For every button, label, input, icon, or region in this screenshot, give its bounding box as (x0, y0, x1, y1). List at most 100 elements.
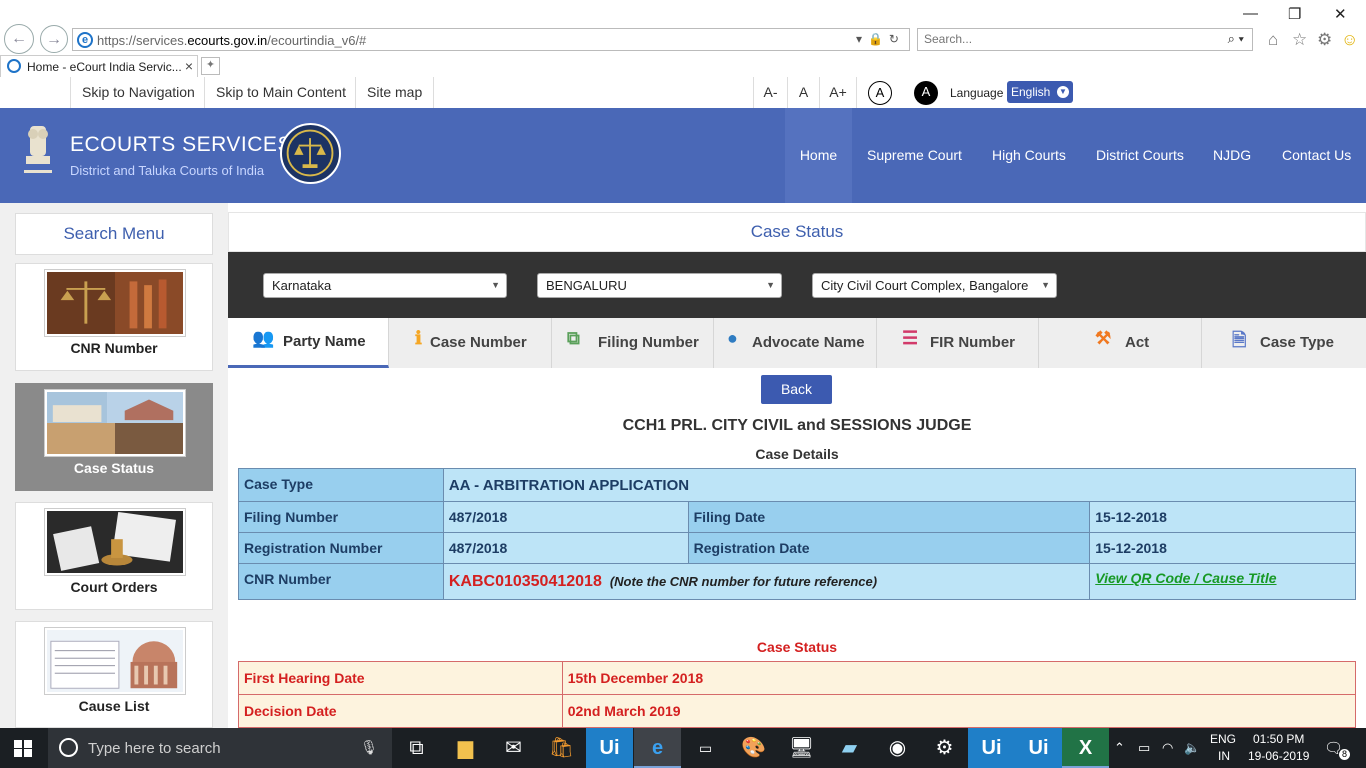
case-status-table: First Hearing Date 15th December 2018 De… (238, 661, 1357, 728)
excel-icon[interactable]: X (1062, 728, 1109, 768)
internet-explorer-icon[interactable]: e (634, 728, 681, 768)
contrast-high-button[interactable]: A (914, 81, 938, 105)
skip-navigation-link[interactable]: Skip to Navigation (70, 77, 206, 108)
close-window-button[interactable]: ✕ (1334, 5, 1347, 23)
tab-label: Act (1125, 334, 1150, 351)
command-prompt-icon[interactable]: ▭ (682, 728, 729, 768)
home-icon[interactable]: ⌂ (1268, 30, 1278, 50)
task-view-icon[interactable]: ⧉ (393, 728, 440, 768)
clock-date[interactable]: 19-06-2019 (1248, 749, 1309, 763)
tab-case-type[interactable]: 🗎 Case Type (1202, 318, 1366, 368)
wifi-icon[interactable]: ◠ (1162, 740, 1173, 756)
browser-search-input[interactable] (924, 32, 1204, 46)
tab-title: Home - eCourt India Servic... (27, 60, 182, 74)
nav-home[interactable]: Home (785, 108, 852, 203)
tab-act[interactable]: ⚒ Act (1039, 318, 1202, 368)
system-tray: ⌃ ▭ ◠ 🔈 ENG IN 01:50 PM 19-06-2019 🗨 8 (1110, 728, 1366, 768)
brand-title[interactable]: ECOURTS SERVICES (70, 133, 292, 157)
settings-gear-icon[interactable]: ⚙ (1317, 30, 1332, 50)
back-icon[interactable]: ← (4, 24, 34, 54)
search-icon[interactable]: ⌕ ▾ (1228, 31, 1244, 47)
uipath-robot-icon[interactable]: Ui (1015, 728, 1062, 768)
tab-filing-number[interactable]: ⧉ Filing Number (552, 318, 714, 368)
language-indicator-top[interactable]: ENG (1210, 732, 1236, 746)
back-button[interactable]: Back (761, 375, 832, 404)
nav-supreme-court[interactable]: Supreme Court (867, 108, 962, 203)
windows-taskbar: Type here to search 🎙 ⧉ ▆ ✉ 🛍 Ui e ▭ 🎨 🖥… (0, 728, 1366, 768)
clock-time[interactable]: 01:50 PM (1253, 732, 1304, 746)
court-complex-select-value: City Civil Court Complex, Bangalore (821, 278, 1029, 293)
ecourts-logo-icon (280, 123, 341, 184)
notepad-icon[interactable]: ▰ (826, 728, 873, 768)
nav-high-courts[interactable]: High Courts (992, 108, 1066, 203)
font-decrease-button[interactable]: A- (753, 77, 787, 108)
case-type-value: AA - ARBITRATION APPLICATION (442, 468, 1357, 502)
address-bar[interactable]: e https://services.ecourts.gov.in/ecourt… (72, 28, 910, 51)
decision-date-value: 02nd March 2019 (561, 694, 1357, 728)
users-icon: 👥 (252, 328, 275, 348)
url-text[interactable]: https://services.ecourts.gov.in/ecourtin… (97, 33, 366, 48)
district-select[interactable]: BENGALURU ▼ (537, 273, 782, 298)
chevron-up-icon[interactable]: ⌃ (1114, 740, 1125, 756)
filing-number-value: 487/2018 (442, 501, 689, 533)
volume-icon[interactable]: 🔈 (1184, 740, 1200, 756)
settings-icon[interactable]: ⚙ (921, 728, 968, 768)
remote-desktop-icon[interactable]: 🖥 (778, 728, 825, 768)
view-qr-code-link[interactable]: View QR Code / Cause Title (1095, 570, 1276, 586)
font-normal-button[interactable]: A (787, 77, 819, 108)
browser-search[interactable]: ⌕ ▾ (917, 28, 1253, 51)
court-orders-image (45, 509, 185, 575)
state-select[interactable]: Karnataka ▼ (263, 273, 507, 298)
search-tabs: 👥 Party Name ℹ Case Number ⧉ Filing Numb… (228, 318, 1366, 368)
language-indicator-bottom[interactable]: IN (1218, 749, 1230, 763)
uipath-studio-icon[interactable]: Ui (968, 728, 1015, 768)
table-row: Decision Date 02nd March 2019 (238, 694, 1357, 728)
nav-njdg[interactable]: NJDG (1213, 108, 1251, 203)
browser-tab[interactable]: Home - eCourt India Servic... × (0, 55, 198, 77)
chevron-down-icon: ▼ (1041, 280, 1050, 290)
registration-number-label: Registration Number (238, 532, 444, 564)
paint-icon[interactable]: 🎨 (730, 728, 777, 768)
tab-fir-number[interactable]: ☰ FIR Number (877, 318, 1039, 368)
site-map-link[interactable]: Site map (355, 77, 435, 108)
restore-button[interactable]: ❐ (1288, 5, 1301, 23)
sidebar-item-case-status[interactable]: Case Status (15, 383, 213, 491)
sidebar-item-cause-list[interactable]: Cause List (15, 621, 213, 728)
nav-district-courts[interactable]: District Courts (1096, 108, 1184, 203)
battery-icon[interactable]: ▭ (1138, 740, 1150, 756)
file-explorer-icon[interactable]: ▆ (442, 728, 489, 768)
cnr-number-cell: KABC010350412018 (Note the CNR number for… (442, 563, 1091, 600)
nav-contact-us[interactable]: Contact Us (1282, 108, 1351, 203)
contrast-normal-button[interactable]: A (868, 81, 892, 105)
tab-party-name[interactable]: 👥 Party Name (228, 318, 389, 368)
sidebar-item-court-orders[interactable]: Court Orders (15, 502, 213, 610)
minimize-button[interactable]: — (1243, 5, 1258, 22)
chrome-icon[interactable]: ◉ (874, 728, 921, 768)
tab-advocate-name[interactable]: ● Advocate Name (714, 318, 877, 368)
court-complex-select[interactable]: City Civil Court Complex, Bangalore ▼ (812, 273, 1057, 298)
uipath-icon[interactable]: Ui (586, 728, 633, 768)
tab-close-icon[interactable]: × (185, 58, 193, 74)
skip-main-content-link[interactable]: Skip to Main Content (204, 77, 357, 108)
sidebar-item-cnr-number[interactable]: CNR Number (15, 263, 213, 371)
favorites-star-icon[interactable]: ☆ (1292, 30, 1307, 50)
tab-case-number[interactable]: ℹ Case Number (389, 318, 552, 368)
font-increase-button[interactable]: A+ (819, 77, 857, 108)
tab-label: FIR Number (930, 334, 1016, 351)
smiley-feedback-icon[interactable]: ☺ (1341, 30, 1358, 50)
microphone-icon[interactable]: 🎙 (360, 739, 378, 756)
address-actions[interactable]: ▾🔒↻ (856, 32, 905, 46)
windows-start-icon[interactable] (14, 740, 32, 757)
forward-icon[interactable]: → (40, 25, 68, 53)
store-icon[interactable]: 🛍 (538, 728, 585, 768)
table-row: First Hearing Date 15th December 2018 (238, 661, 1357, 695)
language-value: English (1011, 85, 1051, 99)
language-select[interactable]: English ▼ (1007, 81, 1073, 103)
brand-subtitle: District and Taluka Courts of India (70, 163, 265, 178)
list-icon: ☰ (902, 328, 919, 348)
new-tab-button[interactable]: ✦ (201, 57, 220, 75)
taskbar-search[interactable]: Type here to search 🎙 (48, 728, 392, 768)
cnr-note: (Note the CNR number for future referenc… (609, 573, 878, 589)
table-row: Case Type AA - ARBITRATION APPLICATION (238, 468, 1357, 502)
mail-icon[interactable]: ✉ (490, 728, 537, 768)
